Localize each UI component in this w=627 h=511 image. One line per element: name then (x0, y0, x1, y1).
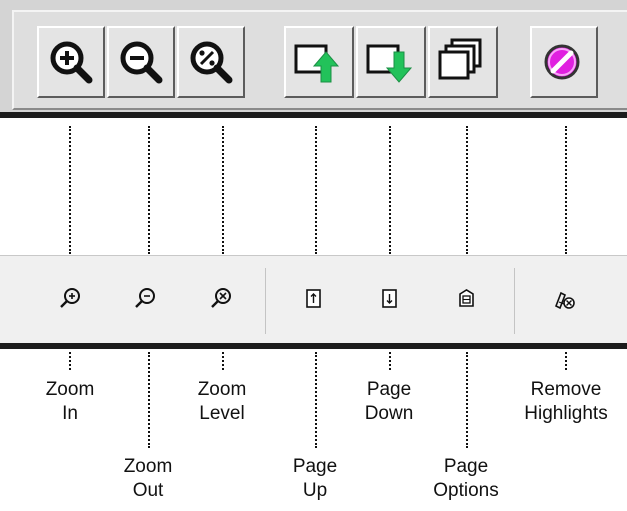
label-zoom-out-line2: Out (132, 480, 164, 501)
label-zoom-in-line1: Zoom (45, 379, 95, 400)
new-zoom-in-button[interactable] (50, 280, 90, 320)
new-zoom-level-button[interactable] (201, 280, 241, 320)
zoom-level-icon (190, 41, 233, 84)
connector-page-options-label (466, 352, 468, 448)
label-zoom-level: Zoom Level (182, 378, 262, 426)
new-toolbar-bottom-border (0, 343, 627, 349)
connector-remove-highlights (565, 126, 567, 254)
page-up-icon (306, 289, 321, 308)
page-down-icon (366, 44, 413, 83)
page-up-icon (294, 44, 340, 83)
toolbar-separator (265, 268, 266, 334)
old-zoom-in-button[interactable] (37, 26, 105, 98)
label-page-options-line1: Page (443, 456, 489, 477)
toolbar-separator (514, 268, 515, 334)
new-page-down-button[interactable] (369, 280, 409, 320)
old-zoom-level-button[interactable] (177, 26, 245, 98)
label-zoom-out: Zoom Out (108, 455, 188, 503)
remove-highlights-icon (544, 44, 580, 80)
remove-highlights-icon (554, 291, 575, 310)
label-remove-highlights-line1: Remove (530, 379, 602, 400)
old-toolbar-bottom-border (0, 112, 627, 118)
old-zoom-out-button[interactable] (107, 26, 175, 98)
connector-remove-highlights-label (565, 352, 567, 370)
connector-zoom-level-label (222, 352, 224, 370)
label-zoom-out-line1: Zoom (123, 456, 173, 477)
new-remove-highlights-button[interactable] (545, 280, 585, 320)
connector-page-down (389, 126, 391, 254)
connector-page-options (466, 126, 468, 254)
connector-page-down-label (389, 352, 391, 370)
page-options-icon (438, 38, 482, 80)
new-page-up-button[interactable] (293, 280, 333, 320)
zoom-out-icon (135, 288, 155, 308)
connector-page-up (315, 126, 317, 254)
zoom-in-icon (60, 288, 80, 308)
label-zoom-in: Zoom In (30, 378, 110, 426)
page-down-icon (382, 289, 397, 308)
label-remove-highlights: Remove Highlights (510, 378, 622, 426)
label-page-up-line2: Up (302, 480, 328, 501)
page-options-icon (459, 289, 474, 307)
label-zoom-in-line2: In (62, 403, 78, 424)
label-page-down-line2: Down (364, 403, 414, 424)
connector-zoom-out-label (148, 352, 150, 448)
new-page-options-button[interactable] (446, 280, 486, 320)
label-page-options-line2: Options (433, 480, 499, 501)
old-page-down-button[interactable] (356, 26, 426, 98)
label-page-up: Page Up (275, 455, 355, 503)
old-page-options-button[interactable] (428, 26, 498, 98)
connector-zoom-out (148, 126, 150, 254)
connector-page-up-label (315, 352, 317, 448)
old-remove-highlights-button[interactable] (530, 26, 598, 98)
zoom-out-icon (120, 41, 163, 84)
old-page-up-button[interactable] (284, 26, 354, 98)
connector-zoom-in-label (69, 352, 71, 370)
connector-zoom-in (69, 126, 71, 254)
label-page-options: Page Options (421, 455, 511, 503)
new-toolbar (0, 255, 627, 349)
label-page-down-line1: Page (366, 379, 412, 400)
label-zoom-level-line2: Level (199, 403, 245, 424)
connector-zoom-level (222, 126, 224, 254)
label-page-up-line1: Page (292, 456, 338, 477)
zoom-in-icon (50, 41, 93, 84)
old-toolbar (0, 0, 627, 118)
new-zoom-out-button[interactable] (125, 280, 165, 320)
label-remove-highlights-line2: Highlights (524, 403, 608, 424)
zoom-level-icon (211, 288, 231, 308)
label-zoom-level-line1: Zoom (197, 379, 247, 400)
label-page-down: Page Down (349, 378, 429, 426)
